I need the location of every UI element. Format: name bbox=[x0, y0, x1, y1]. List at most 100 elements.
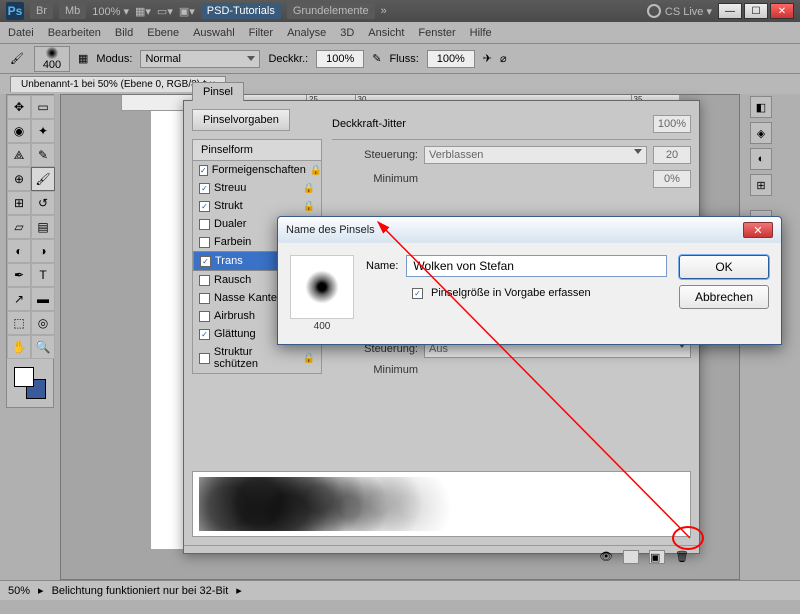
arrange-icon[interactable]: ▭▾ bbox=[157, 5, 173, 18]
stamp-tool[interactable]: ⊞ bbox=[7, 191, 31, 215]
airbrush-icon[interactable]: ✈ bbox=[483, 52, 492, 65]
brush-panel-toggle-icon[interactable]: ▦ bbox=[78, 52, 88, 65]
brush-preset-picker[interactable]: 400 bbox=[34, 46, 70, 72]
color-swatches[interactable] bbox=[14, 367, 46, 399]
foreground-color[interactable] bbox=[14, 367, 34, 387]
trash-icon[interactable]: 🗑 bbox=[675, 550, 689, 563]
type-tool[interactable]: T bbox=[31, 263, 55, 287]
eyedropper-tool[interactable]: ✎ bbox=[31, 143, 55, 167]
menu-bild[interactable]: Bild bbox=[115, 27, 133, 39]
tablet-size-icon[interactable]: ⌀ bbox=[500, 52, 507, 65]
move-tool[interactable]: ✥ bbox=[7, 95, 31, 119]
menu-3d[interactable]: 3D bbox=[340, 27, 354, 39]
checkbox-icon[interactable] bbox=[199, 237, 210, 248]
window-close[interactable]: ✕ bbox=[770, 3, 794, 19]
menu-ansicht[interactable]: Ansicht bbox=[368, 27, 404, 39]
zoom-dropdown[interactable]: 100% ▾ bbox=[92, 5, 129, 18]
status-zoom[interactable]: 50% bbox=[8, 585, 30, 597]
capture-size-checkbox[interactable] bbox=[412, 288, 423, 299]
brush-option-item[interactable]: Formeigenschaften🔒 bbox=[193, 161, 321, 179]
lasso-tool[interactable]: ◉ bbox=[7, 119, 31, 143]
panel-icon-4[interactable]: ⊞ bbox=[750, 174, 772, 196]
menu-fenster[interactable]: Fenster bbox=[418, 27, 455, 39]
pen-tool[interactable]: ✒ bbox=[7, 263, 31, 287]
lock-icon[interactable]: 🔒 bbox=[303, 183, 315, 194]
crop-tool[interactable]: ⟁ bbox=[7, 143, 31, 167]
ok-button[interactable]: OK bbox=[679, 255, 769, 279]
brush-option-item[interactable]: Streuu🔒 bbox=[193, 179, 321, 197]
control-select-fade[interactable]: Verblassen bbox=[424, 146, 647, 164]
tablet-opacity-icon[interactable]: ✎ bbox=[372, 52, 381, 65]
brush-shape-header[interactable]: Pinselform bbox=[193, 140, 321, 161]
status-dropdown-icon[interactable]: ▸ bbox=[236, 584, 242, 597]
dodge-tool[interactable]: ◑ bbox=[31, 239, 55, 263]
new-doc-icon[interactable] bbox=[623, 550, 639, 564]
opacity-jitter-value[interactable]: 100% bbox=[653, 115, 691, 133]
checkbox-icon[interactable] bbox=[199, 275, 210, 286]
marquee-tool[interactable]: ▭ bbox=[31, 95, 55, 119]
minimum-value-1[interactable]: 0% bbox=[653, 170, 691, 188]
brush-tool-icon[interactable]: 🖌 bbox=[8, 50, 26, 68]
brush-option-item[interactable]: Strukt🔒 bbox=[193, 197, 321, 215]
panel-icon-1[interactable]: ◧ bbox=[750, 96, 772, 118]
opacity-input[interactable]: 100% bbox=[316, 50, 364, 68]
workspace-tab-psd[interactable]: PSD-Tutorials bbox=[201, 3, 281, 19]
heal-tool[interactable]: ⊕ bbox=[7, 167, 31, 191]
panel-icon-2[interactable]: ◈ bbox=[750, 122, 772, 144]
toggle-preview-icon[interactable]: 👁 bbox=[599, 550, 613, 563]
brush-presets-button[interactable]: Pinselvorgaben bbox=[192, 109, 290, 131]
control-fade-steps[interactable]: 20 bbox=[653, 146, 691, 164]
path-tool[interactable]: ↗ bbox=[7, 287, 31, 311]
3d-camera-tool[interactable]: ◎ bbox=[31, 311, 55, 335]
checkbox-icon[interactable] bbox=[199, 183, 210, 194]
minibridge-button[interactable]: Mb bbox=[59, 3, 86, 19]
new-preset-icon[interactable]: ▣ bbox=[649, 550, 665, 564]
dialog-titlebar[interactable]: Name des Pinsels ✕ bbox=[278, 217, 781, 243]
panel-icon-3[interactable]: ◐ bbox=[750, 148, 772, 170]
menu-hilfe[interactable]: Hilfe bbox=[470, 27, 492, 39]
brush-panel-tab[interactable]: Pinsel bbox=[192, 82, 244, 101]
view-extras-icon[interactable]: ▦▾ bbox=[135, 5, 151, 18]
shape-tool[interactable]: ▬ bbox=[31, 287, 55, 311]
workspace-more[interactable]: » bbox=[381, 5, 387, 17]
gradient-tool[interactable]: ▤ bbox=[31, 215, 55, 239]
checkbox-icon[interactable] bbox=[199, 165, 208, 176]
brush-tool[interactable]: 🖌 bbox=[31, 167, 55, 191]
3d-tool[interactable]: ⬚ bbox=[7, 311, 31, 335]
menu-auswahl[interactable]: Auswahl bbox=[193, 27, 235, 39]
hand-tool[interactable]: ✋ bbox=[7, 335, 31, 359]
window-minimize[interactable]: — bbox=[718, 3, 742, 19]
checkbox-icon[interactable] bbox=[200, 256, 211, 267]
brush-name-input[interactable] bbox=[406, 255, 667, 277]
flow-input[interactable]: 100% bbox=[427, 50, 475, 68]
checkbox-icon[interactable] bbox=[199, 293, 210, 304]
dialog-close-button[interactable]: ✕ bbox=[743, 222, 773, 238]
menu-analyse[interactable]: Analyse bbox=[287, 27, 326, 39]
lock-icon[interactable]: 🔒 bbox=[310, 165, 322, 176]
blur-tool[interactable]: ◐ bbox=[7, 239, 31, 263]
checkbox-icon[interactable] bbox=[199, 329, 210, 340]
menu-datei[interactable]: Datei bbox=[8, 27, 34, 39]
lock-icon[interactable]: 🔒 bbox=[303, 201, 315, 212]
checkbox-icon[interactable] bbox=[199, 219, 210, 230]
cs-live-menu[interactable]: CS Live ▾ bbox=[647, 4, 712, 18]
zoom-tool[interactable]: 🔍 bbox=[31, 335, 55, 359]
lock-icon[interactable]: 🔒 bbox=[303, 353, 315, 364]
eraser-tool[interactable]: ▱ bbox=[7, 215, 31, 239]
screenmode-icon[interactable]: ▣▾ bbox=[179, 5, 195, 18]
checkbox-icon[interactable] bbox=[199, 201, 210, 212]
bridge-button[interactable]: Br bbox=[30, 3, 53, 19]
checkbox-icon[interactable] bbox=[199, 311, 210, 322]
wand-tool[interactable]: ✦ bbox=[31, 119, 55, 143]
history-brush-tool[interactable]: ↺ bbox=[31, 191, 55, 215]
status-info-icon[interactable]: ▸ bbox=[38, 584, 44, 597]
menu-filter[interactable]: Filter bbox=[249, 27, 273, 39]
brush-option-item[interactable]: Struktur schützen🔒 bbox=[193, 343, 321, 373]
menu-ebene[interactable]: Ebene bbox=[147, 27, 179, 39]
window-maximize[interactable]: ☐ bbox=[744, 3, 768, 19]
cancel-button[interactable]: Abbrechen bbox=[679, 285, 769, 309]
workspace-tab-grund[interactable]: Grundelemente bbox=[287, 3, 375, 19]
blend-mode-select[interactable]: Normal bbox=[140, 50, 260, 68]
checkbox-icon[interactable] bbox=[199, 353, 210, 364]
menu-bearbeiten[interactable]: Bearbeiten bbox=[48, 27, 101, 39]
